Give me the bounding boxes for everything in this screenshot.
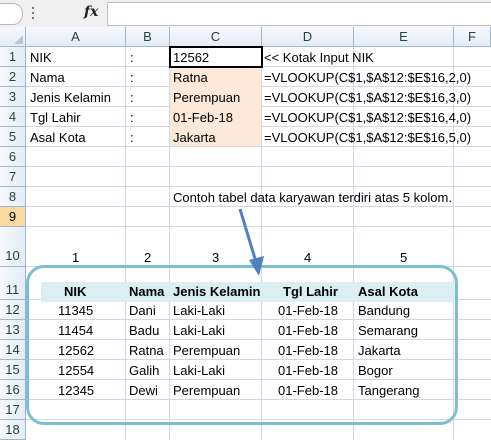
annotation-arrow bbox=[238, 208, 264, 276]
